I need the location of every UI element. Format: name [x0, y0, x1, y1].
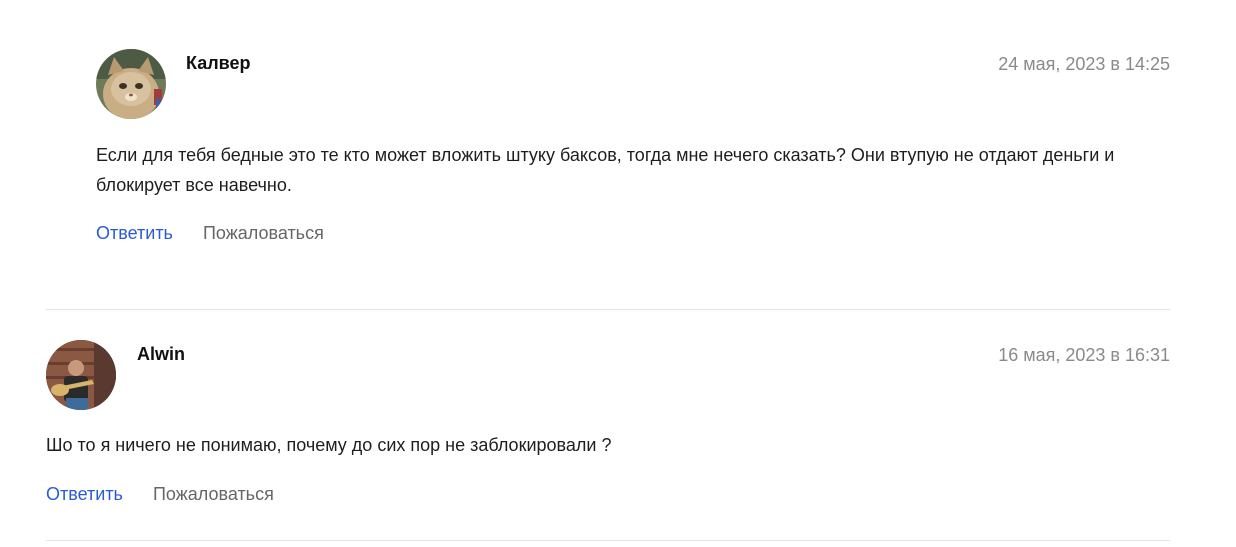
- comment-actions: Ответить Пожаловаться: [46, 484, 274, 505]
- reply-link[interactable]: Ответить: [46, 484, 123, 504]
- comment-text: Если для тебя бедные это те кто может вл…: [96, 145, 1115, 195]
- guitarist-avatar-image: [46, 340, 116, 410]
- reply-link[interactable]: Ответить: [96, 223, 173, 243]
- avatar[interactable]: [96, 49, 166, 119]
- cat-avatar-image: [96, 49, 166, 119]
- divider: [46, 540, 1170, 541]
- comment-author: Калвер: [186, 53, 251, 73]
- comment-item: Alwin 16 мая, 2023 в 16:31 Шо то я ничег…: [0, 310, 1236, 540]
- avatar[interactable]: [46, 340, 116, 410]
- comment-actions: Ответить Пожаловаться: [96, 223, 324, 244]
- report-link[interactable]: Пожаловаться: [203, 223, 324, 243]
- comment-item: Калвер 24 мая, 2023 в 14:25 Если для теб…: [0, 0, 1236, 300]
- comment-date: 24 мая, 2023 в 14:25: [998, 54, 1170, 74]
- comments-list: Калвер 24 мая, 2023 в 14:25 Если для теб…: [0, 0, 1236, 547]
- comment-text: Шо то я ничего не понимаю, почему до сих…: [46, 435, 612, 455]
- comment-date: 16 мая, 2023 в 16:31: [998, 345, 1170, 365]
- comment-author: Alwin: [137, 344, 185, 364]
- report-link[interactable]: Пожаловаться: [153, 484, 274, 504]
